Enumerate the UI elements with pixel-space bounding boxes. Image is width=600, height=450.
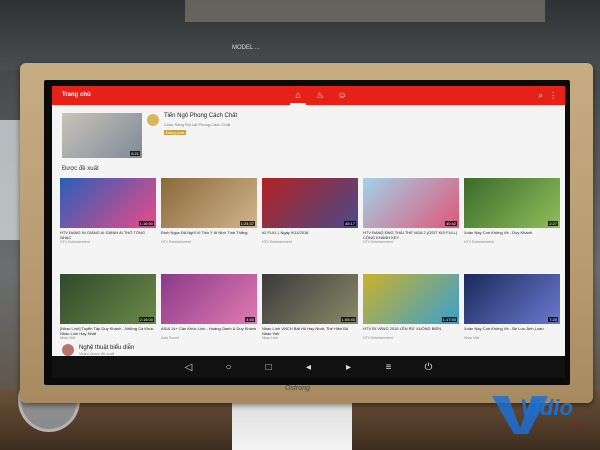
video-duration: 40:42 — [444, 221, 457, 226]
youtube-screen: Trang chủ ⌂ ♨ ☺ ⌕ ⋮ 6:21 Tiến Ngô Phong … — [52, 86, 565, 356]
video-card[interactable]: 1:05:40 Nhạc Lính VNCH Bất Hủ Hay Nhất, T… — [262, 274, 358, 356]
video-duration: 1:16:50 — [138, 221, 154, 226]
android-nav-bar: ◁ ○ □ ◂ ▸ ≡ ⏻ — [52, 356, 565, 378]
video-meta: Nhạc Việt — [464, 336, 480, 340]
bottom-item-avatar — [62, 344, 74, 356]
video-duration: 7:25 — [548, 317, 558, 322]
video-duration: 45:17 — [343, 221, 356, 226]
video-duration: 4:50 — [245, 317, 255, 322]
video-meta: Asia Sound — [161, 336, 179, 340]
video-card[interactable]: 1:24:37 Đình Ngọc Đã Nghĩ Vị Tiếu Ý Ai Nh… — [161, 178, 257, 260]
search-icon[interactable]: ⌕ — [539, 88, 543, 103]
tab-home-icon[interactable]: ⌂ — [290, 88, 306, 105]
video-title[interactable]: Xuân Này Con Không Về - Bé Lưu Ánh Loan — [464, 326, 560, 336]
background-panel — [185, 0, 545, 22]
bottom-item[interactable]: Nghệ thuật biểu diễn Video được đề xuất — [62, 344, 134, 356]
video-card[interactable]: 45:17 #2 FULL | Ngày 9/11/2016 HTV Enterta… — [262, 178, 358, 260]
video-title[interactable]: ASIA 14+ Cận Khúc Lính - Hoàng Oanh & Du… — [161, 326, 257, 336]
watermark-text: Vidio — [520, 395, 573, 420]
more-icon[interactable]: ⋮ — [549, 88, 557, 103]
menu-icon[interactable]: ≡ — [382, 362, 396, 373]
video-card[interactable]: 2:27 Xuân Này Con Không Về - Duy Khánh HTV… — [464, 178, 560, 260]
monitor-brand-logo: Ostrong — [285, 385, 310, 392]
back-icon[interactable]: ◁ — [182, 362, 196, 373]
video-card[interactable]: 1:16:50 HTV ĐẠNG NI GIÁNG AI GIÀNH AI THÔ… — [60, 178, 156, 260]
video-title[interactable]: HTV ĐI VÀNG 2016 LÊN RỪ XUỐNG BIỂN — [363, 326, 459, 336]
video-title[interactable]: HTV ĐẠNG ĐNG THÁI THỂ NGA 2 (OSIT KIS FU… — [363, 230, 459, 240]
video-meta: HTV Entertainment — [464, 240, 494, 244]
video-thumbnail[interactable]: 4:50 — [161, 274, 257, 324]
section-title: Được đề xuất — [62, 166, 99, 172]
bottom-item-title: Nghệ thuật biểu diễn — [79, 344, 135, 351]
power-icon[interactable]: ⏻ — [422, 362, 436, 373]
volume-down-icon[interactable]: ◂ — [302, 362, 316, 373]
video-duration: 1:05:40 — [340, 317, 356, 322]
video-thumbnail[interactable]: 45:17 — [262, 178, 358, 228]
video-thumbnail[interactable]: 1:24:37 — [161, 178, 257, 228]
top-video-duration: 6:21 — [130, 151, 140, 156]
video-title[interactable]: Nhạc Lính VNCH Bất Hủ Hay Nhất, Thế Hiện… — [262, 326, 358, 336]
video-card[interactable]: 4:50 ASIA 14+ Cận Khúc Lính - Hoàng Oanh … — [161, 274, 257, 356]
video-meta: Nhạc Việt — [60, 336, 76, 340]
video-thumbnail[interactable]: 2:27 — [464, 178, 560, 228]
video-duration: 1:24:37 — [239, 221, 255, 226]
recents-icon[interactable]: □ — [262, 362, 276, 373]
tab-person-icon[interactable]: ☺ — [334, 88, 350, 103]
watermark-subtext: shop — [570, 422, 581, 428]
video-meta: HTV Entertainment — [161, 240, 191, 244]
volume-up-icon[interactable]: ▸ — [342, 362, 356, 373]
video-card[interactable]: 1:17:50 HTV ĐI VÀNG 2016 LÊN RỪ XUỐNG BIỂ… — [363, 274, 459, 356]
video-title[interactable]: HTV ĐẠNG NI GIÁNG AI GIÀNH AI THÔ TỔNG N… — [60, 230, 156, 240]
top-video-avatar[interactable] — [147, 114, 159, 126]
app-bar: Trang chủ ⌂ ♨ ☺ ⌕ ⋮ — [52, 86, 565, 105]
video-thumbnail[interactable]: 40:42 — [363, 178, 459, 228]
video-duration: 2:15:00 — [138, 317, 154, 322]
video-meta: HTV Entertainment — [262, 240, 292, 244]
bottom-item-subtitle: Video được đề xuất — [79, 350, 115, 356]
top-video-title[interactable]: Tiến Ngô Phong Cách Chất — [164, 113, 237, 119]
video-thumbnail[interactable]: 2:15:00 — [60, 274, 156, 324]
video-meta: HTV Entertainment — [363, 240, 393, 244]
video-meta: HTV Entertainment — [60, 240, 90, 244]
video-card[interactable]: 7:25 Xuân Này Con Không Về - Bé Lưu Ánh L… — [464, 274, 560, 356]
video-card[interactable]: 40:42 HTV ĐẠNG ĐNG THÁI THỂ NGA 2 (OSIT K… — [363, 178, 459, 260]
model-label: MODEL ... — [232, 45, 260, 51]
video-meta: Nhạc Lính — [262, 336, 278, 340]
video-meta: HTV Entertainment — [363, 336, 393, 340]
top-video-badge: Đang phát — [164, 130, 187, 135]
app-tabs: ⌂ ♨ ☺ — [290, 88, 350, 105]
tab-fire-icon[interactable]: ♨ — [312, 88, 328, 103]
video-title[interactable]: #2 FULL | Ngày 9/11/2016 — [262, 230, 358, 240]
home-icon[interactable]: ○ — [222, 362, 236, 373]
video-grid: 1:16:50 HTV ĐẠNG NI GIÁNG AI GIÀNH AI THÔ… — [60, 178, 560, 356]
video-duration: 1:17:50 — [441, 317, 457, 322]
video-title[interactable]: [Nhạc Lính] Tuyển Tập Duy Khánh - Những … — [60, 326, 156, 336]
video-thumbnail[interactable]: 1:17:50 — [363, 274, 459, 324]
video-thumbnail[interactable]: 1:05:40 — [262, 274, 358, 324]
video-title[interactable]: Xuân Này Con Không Về - Duy Khánh — [464, 230, 560, 240]
video-duration: 2:27 — [548, 221, 558, 226]
top-video-subtitle: Cuộc Sống Sôi Lật Phong Cách Chất — [164, 122, 231, 127]
video-title[interactable]: Đình Ngọc Đã Nghĩ Vị Tiếu Ý Ai Nhớ Tình … — [161, 230, 257, 240]
app-actions: ⌕ ⋮ — [539, 88, 557, 103]
video-thumbnail[interactable]: 7:25 — [464, 274, 560, 324]
top-video-thumbnail[interactable]: 6:21 — [62, 113, 142, 158]
page-title: Trang chủ — [62, 92, 91, 98]
video-thumbnail[interactable]: 1:16:50 — [60, 178, 156, 228]
